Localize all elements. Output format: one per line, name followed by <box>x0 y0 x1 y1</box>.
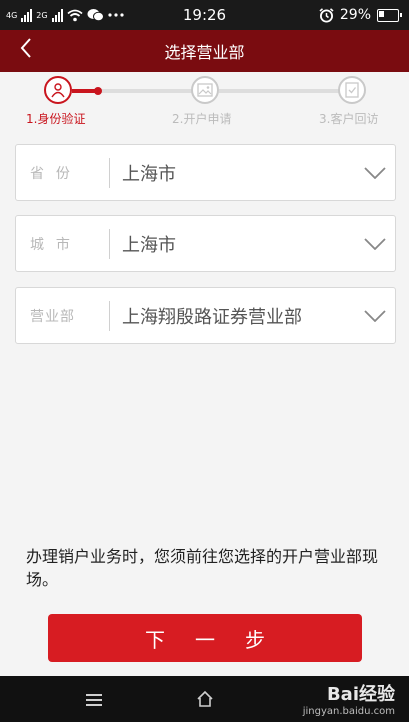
step-1-circle <box>44 76 72 104</box>
watermark-url: jingyan.baidu.com <box>302 706 395 717</box>
step-3-label: 3.客户回访 <box>319 112 379 126</box>
battery-icon <box>377 8 402 22</box>
image-icon <box>197 83 213 97</box>
clock: 19:26 <box>182 6 227 24</box>
chevron-down-icon <box>355 158 395 188</box>
nav-bar: 选择营业部 <box>0 30 409 72</box>
city-select[interactable]: 城 市 上海市 <box>15 215 396 272</box>
user-icon <box>51 83 65 98</box>
watermark: Bai经验 jingyan.baidu.com <box>303 680 395 717</box>
step-3-circle <box>338 76 366 104</box>
menu-icon[interactable] <box>86 694 102 709</box>
step-1-label: 1.身份验证 <box>26 112 86 126</box>
step-2-label: 2.开户申请 <box>172 112 232 126</box>
branch-select[interactable]: 营业部 上海翔殷路证券营业部 <box>15 287 396 344</box>
step-line <box>219 89 339 93</box>
branch-label: 营业部 <box>30 308 75 325</box>
province-value: 上海市 <box>122 163 176 185</box>
status-bar: 4G 2G 19:26 29% <box>0 0 409 30</box>
city-value: 上海市 <box>122 234 176 256</box>
back-chevron-icon[interactable] <box>20 37 32 65</box>
notice-text: 办理销户业务时，您须前往您选择的开户营业部现场。 <box>26 547 379 589</box>
system-nav-bar: Bai经验 jingyan.baidu.com <box>0 676 409 722</box>
watermark-brand: Bai经验 <box>326 684 395 705</box>
step-line <box>98 89 193 93</box>
step-progress: 1.身份验证 2.开户申请 3.客户回访 <box>0 72 409 132</box>
step-2-circle <box>191 76 219 104</box>
province-select[interactable]: 省 份 上海市 <box>15 144 396 201</box>
city-label: 城 市 <box>30 236 71 253</box>
chevron-down-icon <box>355 229 395 259</box>
home-icon[interactable] <box>196 690 214 708</box>
checklist-icon <box>345 82 359 98</box>
page-title: 选择营业部 <box>164 43 245 62</box>
branch-value: 上海翔殷路证券营业部 <box>122 306 302 328</box>
chevron-down-icon <box>355 301 395 331</box>
step-progress-dot <box>94 87 102 95</box>
next-step-button[interactable]: 下一步 <box>48 614 362 662</box>
province-label: 省 份 <box>30 165 71 182</box>
